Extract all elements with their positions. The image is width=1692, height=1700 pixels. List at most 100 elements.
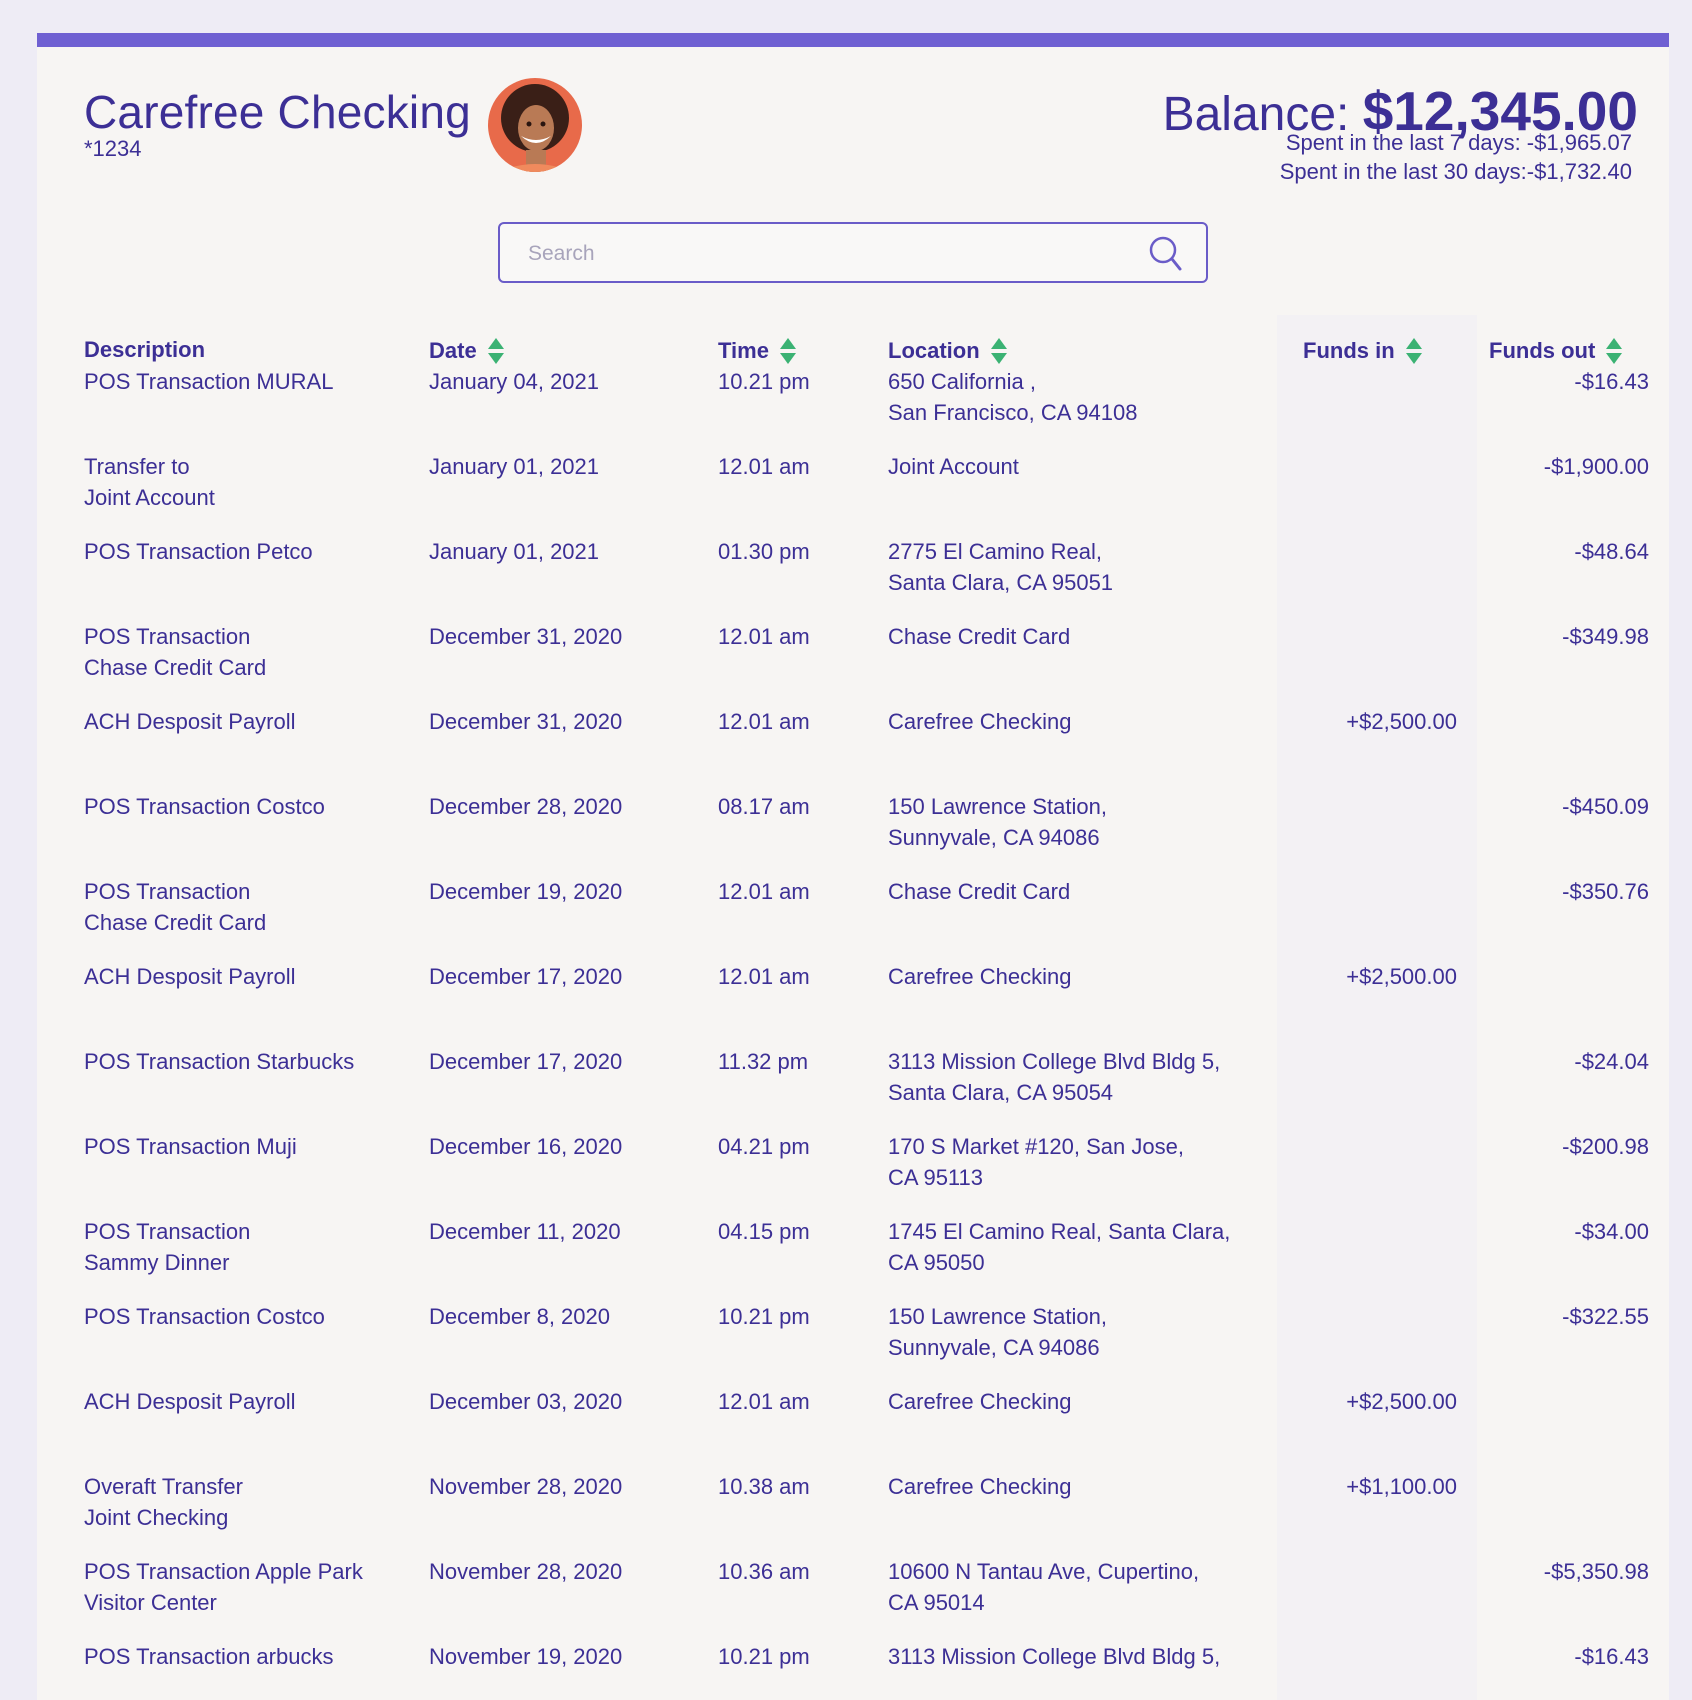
cell-location: 10600 N Tantau Ave, Cupertino, CA 95014 [888,1559,1200,1615]
cell-funds-out: -$16.43 [1574,1644,1649,1669]
cell-date: December 19, 2020 [429,879,623,904]
account-title: Carefree Checking [84,86,471,138]
cell-date: January 01, 2021 [429,539,600,564]
cell-date: November 28, 2020 [429,1559,623,1584]
table-row[interactable]: POS Transaction Sammy Dinner December 11,… [37,1216,1669,1301]
cell-time: 12.01 am [718,624,810,649]
cell-location: Chase Credit Card [888,879,1071,904]
cell-date: December 8, 2020 [429,1304,610,1329]
spent-7-days: Spent in the last 7 days: -$1,965.07 [1285,130,1632,155]
cell-time: 10.21 pm [718,369,810,394]
cell-location: Carefree Checking [888,1389,1072,1414]
search-box[interactable] [498,222,1208,283]
table-row[interactable]: ACH Desposit Payroll December 03, 2020 12.… [37,1386,1669,1471]
cell-location: 3113 Mission College Blvd Bldg 5, [888,1644,1221,1669]
table-row[interactable]: POS Transaction Chase Credit Card Decembe… [37,876,1669,961]
cell-time: 10.38 am [718,1474,810,1499]
cell-time: 12.01 am [718,879,810,904]
cell-funds-out: -$16.43 [1574,369,1649,394]
cell-time: 08.17 am [718,794,810,819]
cell-time: 04.21 pm [718,1134,810,1159]
header-funds-out-label: Funds out [1489,338,1596,363]
cell-location: 1745 El Camino Real, Santa Clara, CA 950… [888,1219,1231,1275]
cell-date: November 28, 2020 [429,1474,623,1499]
cell-funds-in: +$2,500.00 [1346,1389,1457,1414]
cell-time: 12.01 am [718,1389,810,1414]
cell-date: December 31, 2020 [429,709,623,734]
cell-time: 12.01 am [718,454,810,479]
avatar[interactable] [488,78,582,172]
cell-description: POS Transaction arbucks [84,1644,334,1669]
cell-date: December 28, 2020 [429,794,623,819]
table-row[interactable]: POS Transaction Costco December 8, 2020 10… [37,1301,1669,1386]
cell-time: 12.01 am [718,709,810,734]
cell-funds-out: -$5,350.98 [1543,1559,1649,1584]
table-row[interactable]: ACH Desposit Payroll December 31, 2020 12.… [37,706,1669,791]
table-row[interactable]: ACH Desposit Payroll December 17, 2020 12.… [37,961,1669,1046]
sort-icon[interactable] [1405,337,1423,365]
cell-time: 01.30 pm [718,539,810,564]
table-row[interactable]: POS Transaction Apple Park Visitor Cente… [37,1556,1669,1641]
table-row[interactable]: POS Transaction Muji December 16, 2020 04.… [37,1131,1669,1216]
cell-description: POS Transaction Starbucks [84,1049,355,1074]
cell-location: Joint Account [888,454,1019,479]
header-date[interactable]: Date [429,337,505,365]
sort-icon[interactable] [779,337,797,365]
cell-date: December 17, 2020 [429,964,623,989]
cell-funds-out: -$350.76 [1562,879,1649,904]
cell-description: POS Transaction Costco [84,794,325,819]
header-funds-in[interactable]: Funds in [1303,337,1423,365]
cell-date: November 19, 2020 [429,1644,623,1669]
cell-funds-in: +$2,500.00 [1346,964,1457,989]
cell-date: January 01, 2021 [429,454,600,479]
avatar-image [488,78,582,172]
spent-30-days: Spent in the last 30 days:-$1,732.40 [1279,159,1632,184]
search-input[interactable] [526,224,1130,283]
table-row[interactable]: POS Transaction MURAL January 04, 2021 10.… [37,366,1669,451]
header-date-label: Date [429,338,477,363]
cell-description: ACH Desposit Payroll [84,964,296,989]
cell-date: December 03, 2020 [429,1389,623,1414]
header-location[interactable]: Location [888,337,1008,365]
sort-icon[interactable] [990,337,1008,365]
account-number: *1234 [84,136,142,161]
cell-description: ACH Desposit Payroll [84,1389,296,1414]
table-row[interactable]: POS Transaction Chase Credit Card Decembe… [37,621,1669,706]
table-row[interactable]: Transfer to Joint Account January 01, 202… [37,451,1669,536]
cell-location: 150 Lawrence Station, Sunnyvale, CA 9408… [888,1304,1107,1360]
cell-location: Carefree Checking [888,1474,1072,1499]
cell-description: Overaft Transfer Joint Checking [84,1474,243,1530]
cell-description: POS Transaction Petco [84,539,313,564]
header-funds-in-label: Funds in [1303,338,1395,363]
sort-icon[interactable] [1605,337,1623,365]
cell-location: 3113 Mission College Blvd Bldg 5, Santa … [888,1049,1221,1105]
cell-time: 04.15 pm [718,1219,810,1244]
cell-date: December 11, 2020 [429,1219,621,1244]
table-row[interactable]: POS Transaction Starbucks December 17, 20… [37,1046,1669,1131]
table-row[interactable]: POS Transaction Costco December 28, 2020 0… [37,791,1669,876]
cell-funds-out: -$349.98 [1562,624,1649,649]
cell-funds-in: +$1,100.00 [1346,1474,1457,1499]
table-row[interactable]: Overaft Transfer Joint Checking November … [37,1471,1669,1556]
cell-funds-out: -$34.00 [1574,1219,1649,1244]
account-card: Carefree Checking *1234 Balance: $12,345… [37,33,1669,1700]
cell-funds-out: -$1,900.00 [1543,454,1649,479]
header-description: Description [84,337,205,363]
cell-funds-out: -$24.04 [1574,1049,1649,1074]
table-row[interactable]: POS Transaction arbucks November 19, 2020… [37,1641,1669,1700]
accent-bar [37,33,1669,47]
header-time[interactable]: Time [718,337,797,365]
header-description-label: Description [84,337,206,362]
sort-icon[interactable] [487,337,505,365]
search-icon[interactable] [1146,234,1186,274]
table-row[interactable]: POS Transaction Petco January 01, 2021 01.… [37,536,1669,621]
cell-date: December 31, 2020 [429,624,623,649]
cell-time: 10.21 pm [718,1304,810,1329]
cell-time: 10.36 am [718,1559,810,1584]
cell-time: 12.01 am [718,964,810,989]
cell-location: 650 California , San Francisco, CA 94108 [888,369,1138,425]
cell-description: ACH Desposit Payroll [84,709,296,734]
cell-description: POS Transaction MURAL [84,369,334,394]
header-funds-out[interactable]: Funds out [1489,337,1623,365]
cell-time: 11.32 pm [718,1049,809,1074]
